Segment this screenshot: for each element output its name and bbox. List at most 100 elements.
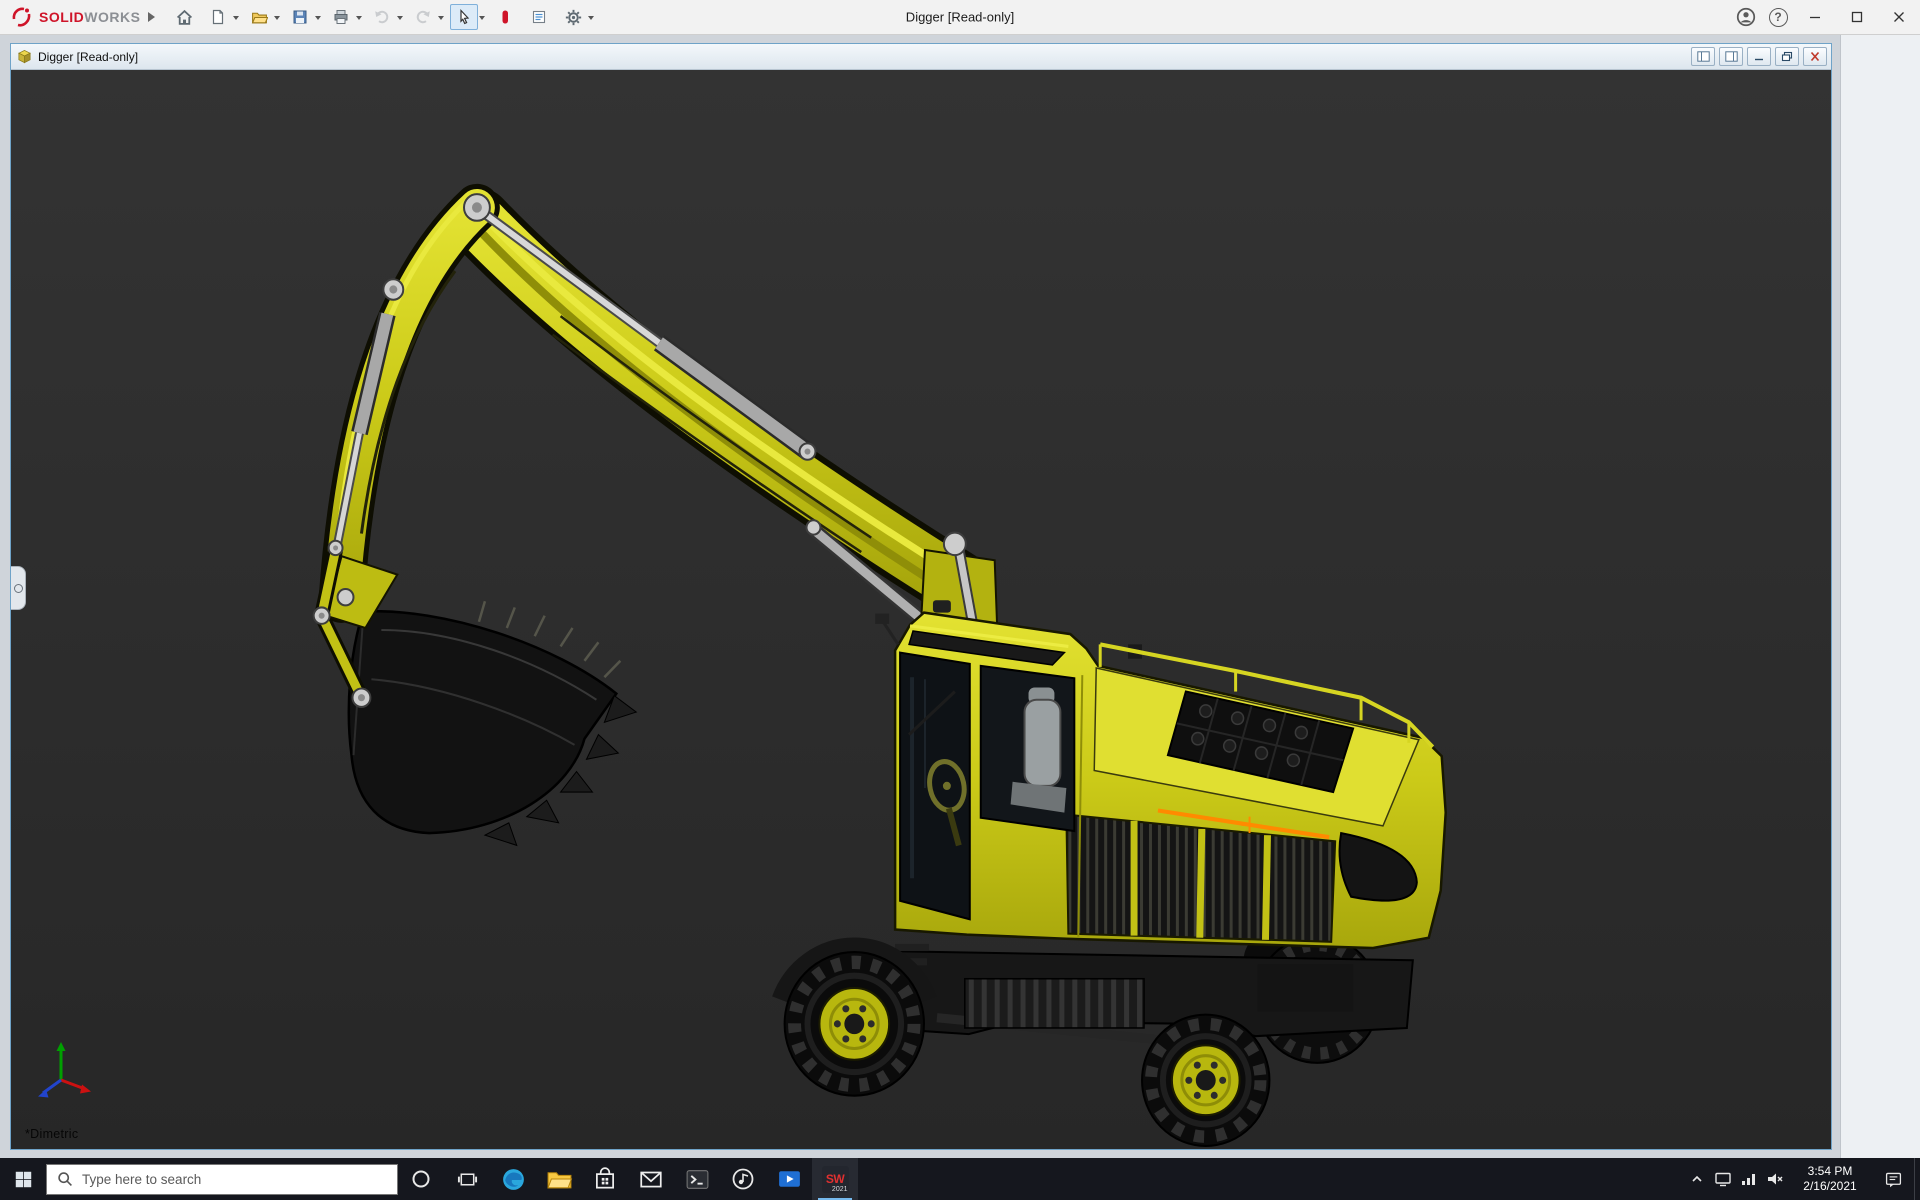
pane-left-icon (1697, 51, 1710, 62)
open-folder-icon (251, 9, 268, 26)
pane-right-button[interactable] (1719, 47, 1743, 66)
taskbar-app-groove-music[interactable] (720, 1158, 766, 1200)
save-button[interactable] (286, 4, 314, 30)
doc-close-icon (1809, 51, 1821, 62)
undo-dropdown[interactable] (397, 16, 403, 23)
doc-minimize-icon (1753, 51, 1765, 62)
doc-minimize-button[interactable] (1747, 47, 1771, 66)
action-center-icon (1884, 1170, 1903, 1189)
tray-volume-button[interactable] (1762, 1158, 1788, 1200)
home-icon (176, 9, 193, 26)
command-prompt-icon (684, 1166, 711, 1193)
pane-left-button[interactable] (1691, 47, 1715, 66)
solidworks-taskbar-icon: SW 2021 (822, 1166, 849, 1193)
reference-triad[interactable] (27, 1040, 99, 1117)
clock-date: 2/16/2021 (1803, 1179, 1856, 1194)
triad-icon (27, 1040, 99, 1112)
clock-time: 3:54 PM (1808, 1164, 1853, 1179)
new-document-dropdown[interactable] (233, 16, 239, 23)
task-pane-strip (1840, 35, 1920, 1158)
action-center-button[interactable] (1872, 1158, 1914, 1200)
front-left-wheel (785, 952, 924, 1096)
movies-tv-icon (776, 1166, 803, 1193)
hidden-icons-button[interactable] (1684, 1158, 1710, 1200)
taskbar-app-command-prompt[interactable] (674, 1158, 720, 1200)
taskbar-app-movies-tv[interactable] (766, 1158, 812, 1200)
doc-close-button[interactable] (1803, 47, 1827, 66)
pane-right-icon (1725, 51, 1738, 62)
select-tool-button[interactable] (450, 4, 478, 30)
taskbar-app-store[interactable] (582, 1158, 628, 1200)
taskbar-clock[interactable]: 3:54 PM 2/16/2021 (1788, 1158, 1872, 1200)
print-button[interactable] (327, 4, 355, 30)
save-dropdown[interactable] (315, 16, 321, 23)
mail-icon (638, 1166, 664, 1192)
taskbar-app-edge[interactable] (490, 1158, 536, 1200)
taskbar-app-solidworks[interactable]: SW 2021 (812, 1158, 858, 1200)
network-icon (1740, 1170, 1758, 1188)
solidworks-logo: SOLIDWORKS (10, 5, 140, 29)
chevron-up-icon (1690, 1172, 1704, 1186)
document-window-controls (1691, 47, 1827, 66)
open-dropdown[interactable] (274, 16, 280, 23)
tray-display-button[interactable] (1710, 1158, 1736, 1200)
search-input[interactable] (82, 1172, 397, 1187)
seat (1025, 700, 1061, 786)
workspace: Digger [Read-only] (0, 35, 1920, 1158)
undo-button[interactable] (368, 4, 396, 30)
app-close-button[interactable] (1878, 0, 1920, 35)
document-window: Digger [Read-only] (10, 43, 1832, 1150)
print-icon (333, 9, 349, 25)
windows-logo-icon (15, 1171, 32, 1188)
print-dropdown[interactable] (356, 16, 362, 23)
start-button[interactable] (0, 1158, 46, 1200)
tray-network-button[interactable] (1736, 1158, 1762, 1200)
cortana-button[interactable] (398, 1158, 444, 1200)
task-view-button[interactable] (444, 1158, 490, 1200)
app-maximize-button[interactable] (1836, 0, 1878, 35)
microsoft-store-icon (592, 1166, 618, 1192)
select-tool-dropdown[interactable] (479, 16, 485, 23)
home-button[interactable] (170, 4, 198, 30)
volume-icon (1766, 1170, 1784, 1188)
help-button[interactable]: ? (1762, 0, 1794, 35)
user-account-button[interactable] (1730, 0, 1762, 35)
part-document-icon (17, 49, 32, 64)
front-right-wheel (1142, 1015, 1269, 1146)
doc-restore-button[interactable] (1775, 47, 1799, 66)
redo-button[interactable] (409, 4, 437, 30)
windows-taskbar: SW 2021 (0, 1158, 1920, 1200)
toolbar-expander-icon[interactable] (148, 12, 160, 22)
help-icon: ? (1769, 8, 1788, 27)
taskbar-app-mail[interactable] (628, 1158, 674, 1200)
new-document-icon (210, 9, 226, 25)
3d-viewport-canvas[interactable] (11, 70, 1831, 1149)
show-desktop-button[interactable] (1914, 1158, 1920, 1200)
display-icon (1714, 1170, 1732, 1188)
view-orientation-label: *Dimetric (25, 1127, 78, 1141)
3dexperience-button[interactable] (491, 4, 519, 30)
file-properties-button[interactable] (525, 4, 553, 30)
file-explorer-icon (546, 1166, 573, 1193)
options-button[interactable] (559, 4, 587, 30)
user-account-icon (1736, 7, 1756, 27)
document-titlebar[interactable]: Digger [Read-only] (11, 44, 1831, 70)
mirror (875, 614, 889, 624)
save-icon (292, 9, 308, 25)
close-icon (1893, 11, 1905, 23)
redo-dropdown[interactable] (438, 16, 444, 23)
taskbar-search[interactable] (46, 1164, 398, 1195)
new-document-button[interactable] (204, 4, 232, 30)
document-title: Digger [Read-only] (38, 50, 138, 64)
minimize-icon (1809, 11, 1821, 23)
cortana-icon (411, 1169, 431, 1189)
maximize-icon (1851, 11, 1863, 23)
featuremanager-collapsed-tab[interactable] (11, 566, 26, 610)
redo-icon (415, 9, 431, 25)
edge-icon (500, 1166, 527, 1193)
groove-music-icon (730, 1166, 756, 1192)
app-minimize-button[interactable] (1794, 0, 1836, 35)
options-dropdown[interactable] (588, 16, 594, 23)
taskbar-app-file-explorer[interactable] (536, 1158, 582, 1200)
open-button[interactable] (245, 4, 273, 30)
